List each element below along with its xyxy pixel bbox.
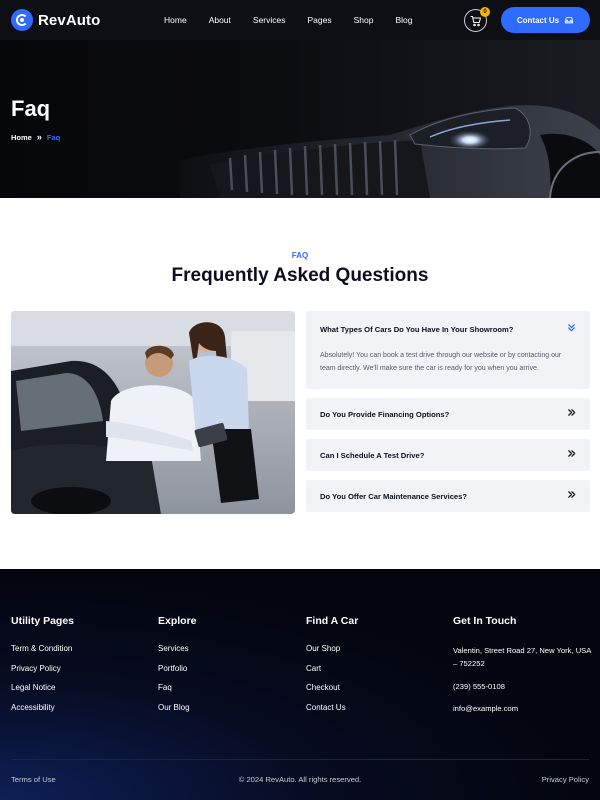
car-icon [564,17,574,24]
footer-heading: Find A Car [306,615,359,627]
footer-column-contact: Get In Touch Valentin, Street Road 27, N… [453,615,593,715]
cart-count-badge: 0 [480,7,490,17]
faq-item[interactable]: Do You Offer Car Maintenance Services? [306,480,590,512]
chevron-double-right-icon: » [36,132,42,142]
footer-link[interactable]: Services [158,644,197,664]
breadcrumb-home-link[interactable]: Home [11,133,32,142]
footer-divider [11,759,589,760]
breadcrumb: Home » Faq [11,132,60,142]
footer-link[interactable]: Contact Us [306,703,358,723]
footer-column-explore: Explore Services Portfolio Faq Our Blog [158,615,197,723]
faq-answer: Absolutely! You can book a test drive th… [320,352,562,372]
footer-link[interactable]: Accessibility [11,703,74,723]
chevron-double-right-icon[interactable] [567,408,576,420]
faq-item[interactable]: Can I Schedule A Test Drive? [306,439,590,471]
nav-item-home[interactable]: Home [164,15,187,25]
footer-link[interactable]: Term & Condition [11,644,74,664]
site-header: RevAuto Home About Services Pages Shop B… [0,0,600,40]
faq-question: Do You Offer Car Maintenance Services? [320,491,467,501]
contact-us-label: Contact Us [516,15,560,25]
contact-phone[interactable]: (239) 555-0108 [453,680,593,693]
nav-item-pages[interactable]: Pages [308,15,332,25]
cart-icon [470,15,481,26]
section-title: Frequently Asked Questions [171,265,429,286]
privacy-policy-link[interactable]: Privacy Policy [542,775,589,784]
faq-question: Can I Schedule A Test Drive? [320,450,425,460]
nav-item-services[interactable]: Services [253,15,286,25]
footer-link[interactable]: Checkout [306,683,358,703]
footer-link[interactable]: Our Blog [158,703,197,723]
copyright-text: © 2024 RevAuto. All rights reserved. [238,775,362,784]
footer-link[interactable]: Our Shop [306,644,358,664]
faq-question-row[interactable]: Do You Provide Financing Options? [320,398,576,430]
page-hero: Faq Home » Faq [0,40,600,198]
footer-heading: Utility Pages [11,615,75,627]
site-footer: Utility Pages Term & Condition Privacy P… [0,569,600,800]
logo[interactable]: RevAuto [11,9,100,31]
main-nav: Home About Services Pages Shop Blog [164,0,434,40]
footer-link[interactable]: Privacy Policy [11,664,74,684]
faq-illustration-image [11,311,295,514]
faq-question: Do You Provide Financing Options? [320,409,450,419]
contact-address: Valentin, Street Road 27, New York, USA … [453,646,591,668]
chevron-double-down-icon[interactable] [567,323,576,335]
footer-column-find-a-car: Find A Car Our Shop Cart Checkout Contac… [306,615,358,723]
faq-question: What Types Of Cars Do You Have In Your S… [320,324,514,334]
footer-link[interactable]: Faq [158,683,197,703]
nav-item-blog[interactable]: Blog [395,15,412,25]
contact-us-button[interactable]: Contact Us [501,7,590,33]
faq-question-row[interactable]: Do You Offer Car Maintenance Services? [320,480,576,512]
hero-car-image [180,105,600,198]
footer-link[interactable]: Cart [306,664,358,684]
chevron-double-right-icon[interactable] [567,490,576,502]
breadcrumb-current: Faq [46,132,61,142]
contact-email[interactable]: info@example.com [453,702,593,715]
faq-question-row[interactable]: Can I Schedule A Test Drive? [320,439,576,471]
footer-heading: Explore [158,615,197,627]
logo-text: RevAuto [38,11,101,29]
showroom-photo [11,311,295,514]
logo-icon [11,9,33,31]
faq-item[interactable]: Do You Provide Financing Options? [306,398,590,430]
faq-question-row[interactable]: What Types Of Cars Do You Have In Your S… [320,311,576,347]
footer-heading: Get In Touch [453,615,517,627]
page-title: Faq [11,96,51,121]
section-eyebrow: FAQ [291,251,309,260]
nav-item-shop[interactable]: Shop [354,15,374,25]
nav-item-about[interactable]: About [209,15,231,25]
cart-button[interactable]: 0 [464,7,490,32]
footer-column-utility: Utility Pages Term & Condition Privacy P… [11,615,74,723]
faq-item[interactable]: What Types Of Cars Do You Have In Your S… [306,311,590,389]
footer-link[interactable]: Portfolio [158,664,197,684]
chevron-double-right-icon[interactable] [567,449,576,461]
faq-accordion: What Types Of Cars Do You Have In Your S… [306,311,590,521]
footer-link[interactable]: Legal Notice [11,683,74,703]
